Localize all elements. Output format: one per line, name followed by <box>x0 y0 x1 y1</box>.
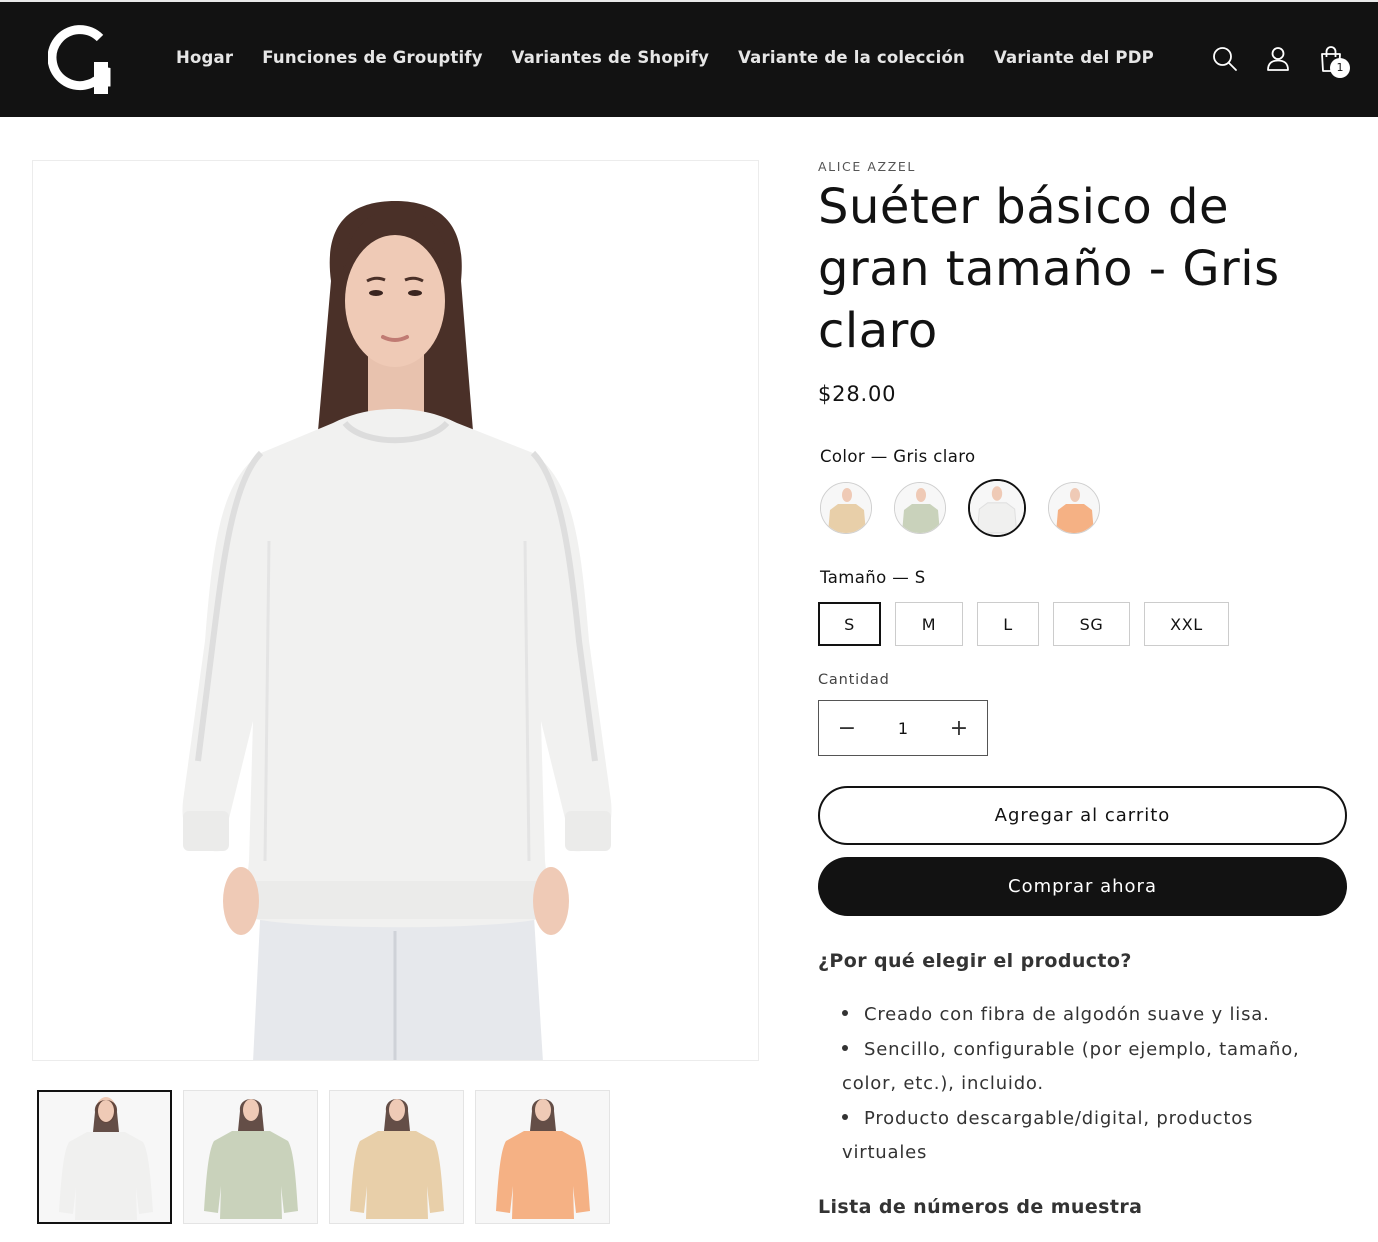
nav-item-variante-pdp[interactable]: Variante del PDP <box>994 48 1154 67</box>
nav-item-funciones[interactable]: Funciones de Grouptify <box>262 48 482 67</box>
size-option-xxl[interactable]: XXL <box>1144 602 1229 646</box>
size-option-l[interactable]: L <box>977 602 1039 646</box>
thumbnail-model <box>39 1092 170 1222</box>
why-choose-heading: ¿Por qué elegir el producto? <box>818 950 1132 972</box>
list-item: Producto descargable/digital, productos … <box>842 1102 1342 1171</box>
quantity-stepper: − 1 + <box>818 700 988 756</box>
thumbnail-model <box>184 1091 317 1223</box>
product-title: Suéter básico de gran tamaño - Gris clar… <box>818 179 1280 359</box>
list-item: Sencillo, configurable (por ejemplo, tam… <box>842 1033 1342 1102</box>
buy-now-button[interactable]: Comprar ahora <box>818 857 1347 916</box>
feature-text: Sencillo, configurable (por ejemplo, tam… <box>842 1038 1300 1095</box>
product-vendor: ALICE AZZEL <box>818 159 916 174</box>
size-option-label: Tamaño — S <box>820 568 926 587</box>
color-swatches <box>820 479 1100 537</box>
size-option-m[interactable]: M <box>895 602 963 646</box>
quantity-increase-button[interactable]: + <box>949 716 969 741</box>
thumbnail-strip <box>37 1090 610 1224</box>
nav-item-variante-coleccion[interactable]: Variante de la colección <box>738 48 965 67</box>
bullet-dot <box>842 1044 848 1051</box>
color-option-label: Color — Gris claro <box>820 447 976 466</box>
search-icon[interactable] <box>1210 44 1240 74</box>
feature-list: Creado con fibra de algodón suave y lisa… <box>842 998 1342 1171</box>
color-swatch-beige[interactable] <box>820 482 872 534</box>
thumbnail-gris-claro[interactable] <box>37 1090 172 1224</box>
swatch-model <box>821 483 871 533</box>
product-main-image[interactable] <box>32 160 759 1061</box>
size-option-s[interactable]: S <box>818 602 881 646</box>
main-nav: Hogar Funciones de Grouptify Variantes d… <box>176 48 1183 67</box>
color-swatch-gris-claro[interactable] <box>968 479 1026 537</box>
nav-item-hogar[interactable]: Hogar <box>176 48 233 67</box>
swatch-model <box>895 483 945 533</box>
swatch-model <box>970 481 1024 535</box>
nav-item-variantes-shopify[interactable]: Variantes de Shopify <box>512 48 709 67</box>
color-swatch-melocoton[interactable] <box>1048 482 1100 534</box>
user-icon[interactable] <box>1263 44 1293 74</box>
grouptify-logo-icon[interactable] <box>48 24 112 96</box>
quantity-label: Cantidad <box>818 672 890 688</box>
feature-text: Creado con fibra de algodón suave y lisa… <box>864 1004 1270 1025</box>
thumbnail-model <box>330 1091 463 1223</box>
quantity-input[interactable]: 1 <box>898 719 908 738</box>
product-price: $28.00 <box>818 382 897 406</box>
sample-list-heading: Lista de números de muestra <box>818 1196 1143 1218</box>
size-options: S M L SG XXL <box>818 602 1229 646</box>
bullet-dot <box>842 1113 848 1120</box>
thumbnail-beige[interactable] <box>329 1090 464 1224</box>
cart-count-badge: 1 <box>1330 58 1350 78</box>
thumbnail-verde[interactable] <box>183 1090 318 1224</box>
thumbnail-model <box>476 1091 609 1223</box>
color-swatch-verde[interactable] <box>894 482 946 534</box>
model-sweater-illustration <box>182 201 612 1060</box>
bullet-dot <box>842 1010 848 1016</box>
feature-text: Producto descargable/digital, productos … <box>842 1107 1254 1164</box>
swatch-model <box>1049 483 1099 533</box>
quantity-decrease-button[interactable]: − <box>837 716 857 741</box>
add-to-cart-button[interactable]: Agregar al carrito <box>818 786 1347 845</box>
list-item: Creado con fibra de algodón suave y lisa… <box>842 998 1342 1033</box>
size-option-sg[interactable]: SG <box>1053 602 1130 646</box>
site-header: Hogar Funciones de Grouptify Variantes d… <box>0 0 1378 117</box>
thumbnail-melocoton[interactable] <box>475 1090 610 1224</box>
